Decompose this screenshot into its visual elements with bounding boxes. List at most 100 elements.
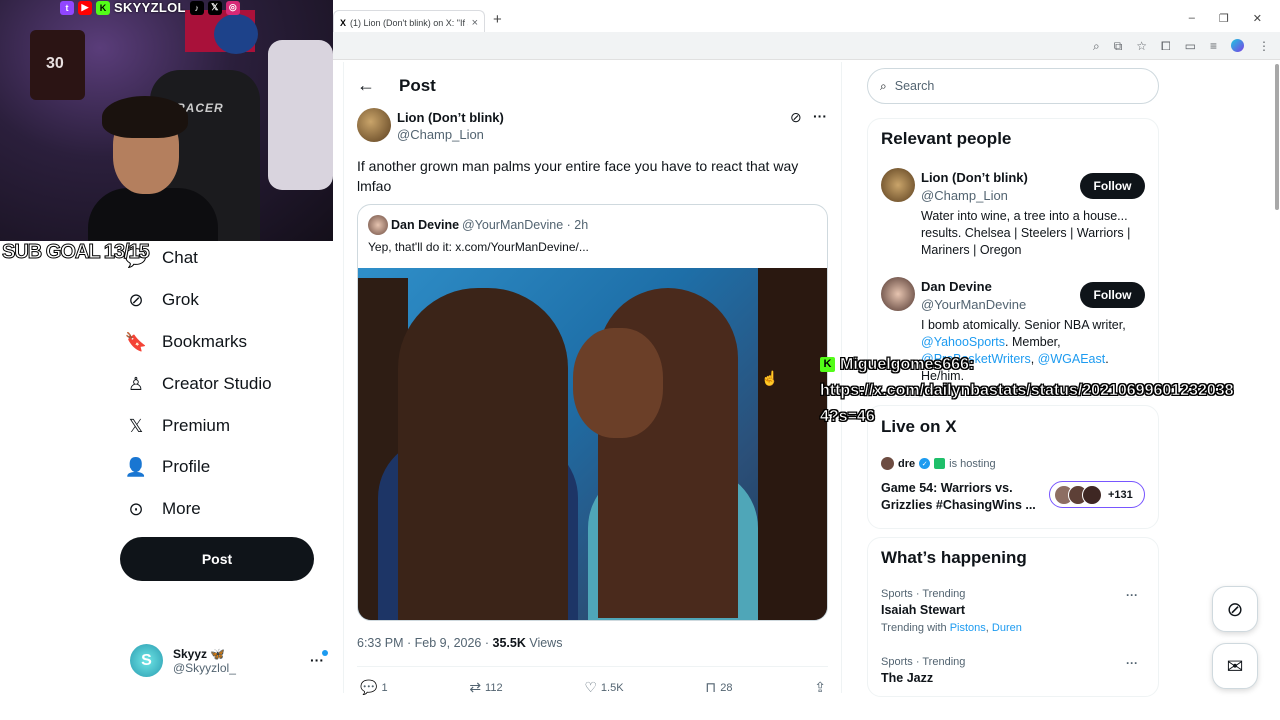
sidebar-item-bookmarks[interactable]: 🔖 Bookmarks (125, 332, 248, 352)
post-button[interactable]: Post (120, 537, 314, 581)
sidebar-item-more[interactable]: ⊙ More (126, 499, 201, 519)
extensions-icon[interactable]: ⧠ (1161, 39, 1171, 54)
sidebar-item-label: Bookmarks (162, 332, 248, 351)
search-icon: ⌕ (880, 78, 887, 93)
person-handle: @YourManDevine (921, 297, 1027, 312)
bio-link[interactable]: @YahooSports (921, 335, 1005, 349)
address-bar-icons: ⌕ ⧉ ☆ ⧠ ▭ ≡ ⋮ (1093, 39, 1270, 54)
share-button[interactable]: ⇪ (814, 679, 826, 696)
account-switcher[interactable]: S Skyyz 🦋 @Skyyzlol_ (130, 644, 236, 677)
star-icon[interactable]: ☆ (1136, 39, 1147, 54)
back-arrow-icon[interactable]: ← (357, 75, 375, 96)
tab-title: (1) Lion (Don't blink) on X: "If a (350, 17, 468, 28)
avatar[interactable] (881, 277, 915, 311)
author-name[interactable]: Lion (Don’t blink) (397, 110, 504, 125)
author-avatar[interactable] (357, 108, 391, 142)
minimize-button[interactable]: – (1189, 12, 1195, 25)
trend-item[interactable]: Sports · Trending The Jazz ··· (881, 656, 1146, 692)
like-button[interactable]: ♡ 1.5K (584, 679, 623, 696)
maximize-button[interactable]: ❐ (1219, 12, 1229, 25)
grok-explain-icon[interactable]: ⊘ (790, 109, 802, 126)
notification-dot (322, 650, 328, 656)
spaces-mic-icon (934, 458, 946, 469)
repost-icon: ⇄ (469, 679, 482, 695)
browser-profile-icon[interactable] (1231, 39, 1244, 52)
quoted-post[interactable]: Dan Devine @YourManDevine · 2h Yep, that… (357, 204, 828, 621)
bio-text: I bomb atomically. Senior NBA writer, (921, 318, 1126, 332)
x-logo-icon: X (340, 17, 347, 28)
sidebar-item-grok[interactable]: ⊘ Grok (126, 290, 198, 310)
person-handle: @Champ_Lion (921, 188, 1008, 203)
webcam-feed: 30 RACER t ▶ K SKYYZLOL ♪ 𝕏 ◎ (0, 0, 333, 241)
sidebar-item-label: More (162, 499, 201, 518)
creator-studio-icon: ♙ (127, 373, 145, 394)
repost-button[interactable]: ⇄ 112 (469, 679, 502, 696)
reply-button[interactable]: 💬 1 (360, 679, 388, 696)
live-listeners[interactable]: +131 (1049, 481, 1145, 508)
views-label: Views (525, 636, 563, 650)
search-input[interactable]: ⌕ Search (867, 68, 1159, 104)
live-host[interactable]: dre ✓ is hosting (881, 457, 996, 470)
sidepanel-icon[interactable]: ▭ (1185, 39, 1196, 54)
heart-icon: ♡ (584, 679, 597, 695)
scrollbar[interactable] (1275, 64, 1279, 210)
new-tab-button[interactable]: + (493, 11, 502, 28)
sidebar-item-profile[interactable]: 👤 Profile (125, 457, 211, 477)
sub-goal: SUB GOAL 13/15 (2, 241, 151, 264)
author-handle[interactable]: @Champ_Lion (397, 127, 484, 142)
sidebar-item-creator-studio[interactable]: ♙ Creator Studio (126, 374, 272, 394)
post-more-icon[interactable]: ··· (813, 108, 827, 124)
bookmark-button[interactable]: ⊓ 28 (705, 679, 732, 696)
post-actions: 💬 1 ⇄ 112 ♡ 1.5K ⊓ 28 ⇪ (360, 679, 826, 696)
mail-icon: ✉ (1226, 655, 1244, 678)
pillow (268, 40, 333, 190)
trend-link[interactable]: Duren (992, 622, 1022, 634)
mouse-cursor-icon: ☝ (761, 370, 779, 386)
window-controls: – ❐ ✕ (1189, 12, 1262, 25)
follow-button[interactable]: Follow (1080, 173, 1145, 199)
trend-more-icon[interactable]: ··· (1126, 588, 1138, 602)
reply-icon: 💬 (360, 679, 378, 695)
messages-floating-button[interactable]: ✉ (1212, 643, 1258, 689)
media-icon[interactable]: ≡ (1210, 39, 1217, 54)
person-name[interactable]: Lion (Don’t blink) (921, 170, 1028, 185)
follow-button[interactable]: Follow (1080, 282, 1145, 308)
sidebar-item-premium[interactable]: 𝕏 Premium (126, 416, 230, 436)
sidebar-item-label: Chat (162, 248, 198, 267)
zoom-icon[interactable]: ⌕ (1093, 39, 1100, 54)
address-bar[interactable]: ⌕ ⧉ ☆ ⧠ ▭ ≡ ⋮ (333, 32, 1280, 60)
sidebar-item-label: Premium (162, 416, 231, 435)
avatar[interactable] (881, 168, 915, 202)
person-name[interactable]: Dan Devine (921, 279, 992, 294)
sidebar-item-label: Profile (162, 457, 211, 476)
person-bio: Water into wine, a tree into a house... … (921, 209, 1131, 257)
chat-username: Miguelgomes666: (840, 356, 975, 374)
relevant-person[interactable]: Lion (Don’t blink) @Champ_Lion Follow Wa… (881, 168, 1146, 268)
close-tab-icon[interactable]: × (472, 17, 478, 29)
instagram-icon: ◎ (225, 0, 240, 15)
post-text: If another grown man palms your entire f… (357, 158, 799, 194)
streamer-body (88, 188, 218, 241)
account-name: Skyyz 🦋 (173, 646, 226, 661)
image-figure (573, 328, 663, 438)
install-icon[interactable]: ⧉ (1114, 39, 1123, 54)
quote-text: Yep, that'll do it: x.com/YourManDevine/… (368, 240, 589, 254)
trend-link[interactable]: Pistons (950, 622, 986, 634)
quote-media-image[interactable] (358, 268, 827, 620)
grok-floating-button[interactable]: ⊘ (1212, 586, 1258, 632)
avatar (1082, 484, 1102, 505)
avatar: S (130, 644, 163, 677)
trend-more-icon[interactable]: ··· (1126, 656, 1138, 670)
bookmark-count: 28 (720, 681, 733, 694)
chat-message-line: 4?s=46 (820, 408, 875, 426)
host-name: dre (898, 457, 916, 470)
live-event-title[interactable]: Game 54: Warriors vs. Grizzlies #Chasing… (881, 480, 1041, 514)
trend-item[interactable]: Sports · Trending Isaiah Stewart Trendin… (881, 588, 1146, 638)
close-window-button[interactable]: ✕ (1253, 12, 1262, 25)
browser-menu-icon[interactable]: ⋮ (1258, 39, 1270, 54)
screen: X (1) Lion (Don't blink) on X: "If a × +… (0, 0, 1280, 720)
post-timestamp[interactable]: 6:33 PM · Feb 9, 2026 · (357, 636, 493, 650)
browser-tab[interactable]: X (1) Lion (Don't blink) on X: "If a × (333, 10, 485, 34)
avatar (881, 457, 894, 470)
trend-name: Isaiah Stewart (881, 603, 966, 617)
